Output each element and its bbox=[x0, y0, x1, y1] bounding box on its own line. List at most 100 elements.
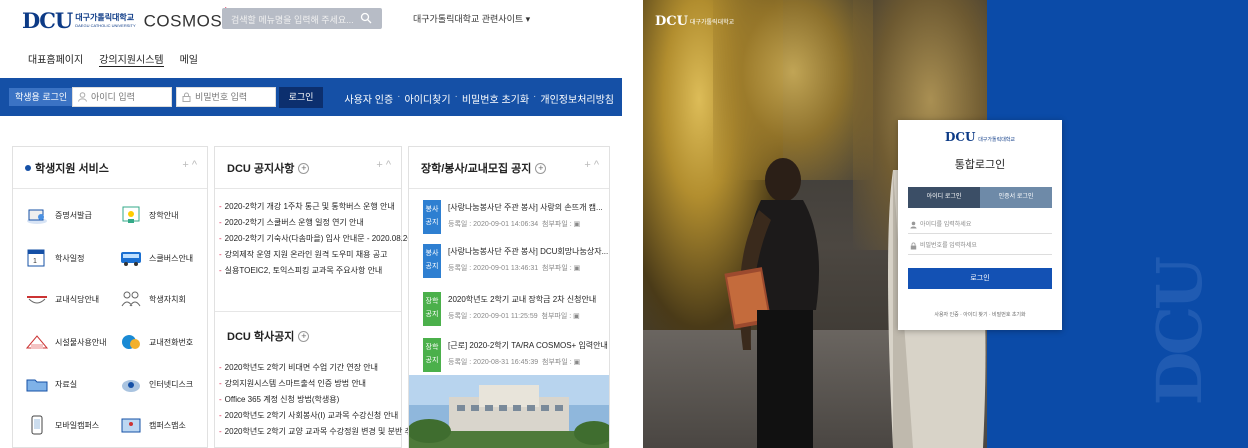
academic-more-icon[interactable]: + bbox=[298, 330, 310, 342]
card-attachment: 첨부파일 : bbox=[542, 359, 572, 366]
scholarship-title: 장학/봉사/교내모집 공지 bbox=[421, 163, 532, 175]
search-icon[interactable] bbox=[360, 12, 372, 24]
card-attachment: 첨부파일 : bbox=[541, 313, 572, 320]
login-top-logo[interactable]: DCU 대구가톨릭대학교 bbox=[655, 14, 734, 29]
nav-homepage[interactable]: 대표홈페이지 bbox=[28, 51, 83, 67]
scholarship-more-icon[interactable]: + bbox=[535, 162, 547, 174]
scholarship-card[interactable]: 봉사공지 [사랑나눔봉사단 주관 봉사] DCU회망나눔상자... 등록일 : … bbox=[423, 244, 608, 280]
nav-lecture-system[interactable]: 강의지원시스템 bbox=[99, 51, 164, 67]
panel-controls[interactable]: + ^ bbox=[182, 159, 197, 171]
link-find-id[interactable]: 아이디찾기 bbox=[405, 91, 451, 106]
portal-logo[interactable]: DCU 대구가톨릭대학교 DAEGU CATHOLIC UNIVERSITY C… bbox=[22, 3, 230, 33]
category-badge: 장학공지 bbox=[423, 338, 441, 372]
academic-item[interactable]: 2020학년도 2학기 교양 교과목 수강정원 변경 및 분반 추... bbox=[219, 426, 419, 437]
sub-navigation: 대표홈페이지 강의지원시스템 메일 bbox=[28, 51, 198, 67]
notice-column: DCU 공지사항 + + ^ 2020-2학기 개강 1주차 통근 및 통학버스… bbox=[214, 146, 429, 448]
notice-more-icon[interactable]: + bbox=[298, 162, 310, 174]
portal-page: DCU 대구가톨릭대학교 DAEGU CATHOLIC UNIVERSITY C… bbox=[0, 0, 622, 448]
collapse-icon[interactable]: ^ bbox=[594, 159, 599, 171]
id-input[interactable]: 아이디 입력 bbox=[72, 87, 172, 107]
notice-item[interactable]: 2020-2학기 개강 1주차 통근 및 통학버스 운행 안내 bbox=[219, 201, 395, 212]
login-button[interactable]: 로그인 bbox=[279, 87, 323, 108]
collapse-icon[interactable]: ^ bbox=[386, 159, 391, 171]
search-input[interactable]: 검색할 메뉴명을 입력해 주세요... bbox=[222, 8, 382, 29]
academic-item[interactable]: 강의지원시스템 스마트출석 인증 방법 안내 bbox=[219, 378, 366, 389]
attachment-icon[interactable]: ▣ bbox=[574, 265, 581, 272]
scholarship-panel: 장학/봉사/교내모집 공지 + + ^ 봉사공지 [사랑나눔봉사단 주관 봉사]… bbox=[408, 146, 610, 448]
attachment-icon[interactable]: ▣ bbox=[574, 221, 581, 228]
scholarship-controls[interactable]: + ^ bbox=[584, 159, 599, 171]
card-password-input[interactable]: 비밀번호를 입력하세요 bbox=[908, 237, 1052, 255]
service-internet-disk[interactable]: 인터넷디스크 bbox=[119, 374, 193, 394]
link-reset-password[interactable]: 비밀번호 초기화 bbox=[462, 91, 529, 106]
student-services-panel: 학생지원 서비스 + ^ 증명서발급 장학안내 1 학사일정 스쿨버스안내 교내… bbox=[12, 146, 208, 448]
notice-controls[interactable]: + ^ bbox=[376, 159, 391, 171]
notice-item[interactable]: 2020-2학기 기숙사(다솜마을) 입사 안내문 - 2020.08.26 수… bbox=[219, 233, 429, 244]
bus-icon bbox=[121, 252, 141, 266]
service-scholarship[interactable]: 장학안내 bbox=[119, 205, 178, 225]
link-user-auth[interactable]: 사용자 인증 bbox=[344, 91, 393, 106]
card-id-input[interactable]: 아이디를 입력하세요 bbox=[908, 216, 1052, 234]
tab-certificate-login[interactable]: 인증서 로그인 bbox=[980, 187, 1052, 208]
link-privacy-policy[interactable]: 개인정보처리방침 bbox=[540, 91, 614, 106]
login-help-links: 사용자 인증 · 아이디찾기 · 비밀번호 초기화 · 개인정보처리방침 bbox=[344, 91, 614, 106]
nav-mail[interactable]: 메일 bbox=[180, 51, 198, 67]
certificate-icon bbox=[27, 209, 47, 224]
login-card: DCU 대구가톨릭대학교 통합로그인 아이디 로그인 인증서 로그인 아이디를 … bbox=[898, 120, 1062, 330]
scholarship-icon bbox=[122, 206, 140, 223]
service-phone-directory[interactable]: 교내전화번호 bbox=[119, 332, 193, 352]
service-mobile-campus[interactable]: 모바일캠퍼스 bbox=[25, 415, 99, 435]
integrated-login-page: DCU DCU 대구가톨릭대학교 DCU 대구가톨릭대학교 통합로그인 아이디 … bbox=[643, 0, 1248, 448]
mobile-icon bbox=[31, 415, 43, 435]
academic-item[interactable]: 2020학년도 2학기 사회봉사(Ⅰ) 교과목 수강신청 안내 bbox=[219, 410, 399, 421]
tab-id-login[interactable]: 아이디 로그인 bbox=[908, 187, 980, 208]
card-logo: DCU 대구가톨릭대학교 bbox=[944, 130, 1015, 144]
academic-item[interactable]: Office 365 계정 신청 방법(학생용) bbox=[219, 394, 340, 405]
disk-icon bbox=[122, 380, 140, 392]
related-sites-dropdown[interactable]: 대구가톨릭대학교 관련사이트 ▾ bbox=[413, 12, 530, 25]
user-icon bbox=[78, 92, 87, 102]
logo-dcu: DCU bbox=[22, 8, 73, 33]
add-icon[interactable]: + bbox=[376, 159, 382, 171]
notice-item[interactable]: 실용TOEIC2, 토익스피킹 교과목 주요사항 안내 bbox=[219, 265, 383, 276]
card-help-links[interactable]: 사용자 인증 · 아이디 찾기 · 비밀번호 초기화 bbox=[898, 311, 1062, 318]
notice-item[interactable]: 2020-2학기 스쿨버스 운행 일정 연기 안내 bbox=[219, 217, 364, 228]
logo-university-ko: 대구가톨릭대학교 bbox=[75, 12, 135, 22]
campus-building-image bbox=[409, 375, 609, 448]
card-attachment: 첨부파일 : bbox=[542, 265, 572, 272]
add-icon[interactable]: + bbox=[182, 159, 188, 171]
card-title: [사랑나눔봉사단 주관 봉사] DCU회망나눔상자... bbox=[448, 247, 609, 256]
service-campus-map[interactable]: 캠퍼스맵소 bbox=[119, 415, 186, 435]
dining-icon bbox=[27, 296, 47, 304]
calendar-icon: 1 bbox=[27, 249, 45, 267]
category-badge: 봉사공지 bbox=[423, 244, 441, 278]
card-date: 등록일 : 2020-09-01 11:25:59 bbox=[448, 313, 538, 320]
card-date: 등록일 : 2020-09-01 13:46:31 bbox=[448, 265, 539, 272]
card-login-button[interactable]: 로그인 bbox=[908, 268, 1052, 289]
service-certificate[interactable]: 증명서발급 bbox=[25, 205, 92, 225]
add-icon[interactable]: + bbox=[584, 159, 590, 171]
password-input[interactable]: 비밀번호 입력 bbox=[176, 87, 276, 107]
service-cafeteria[interactable]: 교내식당안내 bbox=[25, 289, 99, 309]
login-tabs: 아이디 로그인 인증서 로그인 bbox=[908, 187, 1052, 208]
card-title: [사랑나눔봉사단 주관 봉사] 사랑의 손뜨개 캠... bbox=[448, 203, 603, 212]
attachment-icon[interactable]: ▣ bbox=[574, 359, 581, 366]
category-badge: 봉사공지 bbox=[423, 200, 441, 234]
building-icon bbox=[25, 335, 49, 349]
service-resources[interactable]: 자료실 bbox=[25, 374, 77, 394]
service-academic-calendar[interactable]: 1 학사일정 bbox=[25, 248, 84, 268]
service-student-council[interactable]: 학생자치회 bbox=[119, 289, 186, 309]
scholarship-card[interactable]: 봉사공지 [사랑나눔봉사단 주관 봉사] 사랑의 손뜨개 캠... 등록일 : … bbox=[423, 200, 603, 236]
academic-notice-title: DCU 학사공지 bbox=[227, 331, 295, 343]
attachment-icon[interactable]: ▣ bbox=[573, 313, 580, 320]
notice-item[interactable]: 강의제작 운영 지원 온라인 원격 도우미 채용 공고 bbox=[219, 249, 388, 260]
service-school-bus[interactable]: 스쿨버스안내 bbox=[119, 248, 193, 268]
academic-item[interactable]: 2020학년도 2학기 비대면 수업 기간 연장 안내 bbox=[219, 362, 378, 373]
collapse-icon[interactable]: ^ bbox=[192, 159, 197, 171]
service-facility-use[interactable]: 시설물사용안내 bbox=[25, 332, 107, 352]
scholarship-card[interactable]: 장학공지 [근로] 2020-2학기 TA/RA COSMOS+ 입력안내 등록… bbox=[423, 338, 608, 374]
scholarship-card[interactable]: 장학공지 2020학년도 2학기 교내 장학금 2차 신청안내 등록일 : 20… bbox=[423, 292, 603, 328]
search-placeholder: 검색할 메뉴명을 입력해 주세요... bbox=[231, 15, 354, 25]
panel-title: 학생지원 서비스 bbox=[35, 163, 109, 175]
student-login-bar: 학생용 로그인 아이디 입력 비밀번호 입력 로그인 사용자 인증 · 아이디찾기… bbox=[0, 78, 622, 116]
